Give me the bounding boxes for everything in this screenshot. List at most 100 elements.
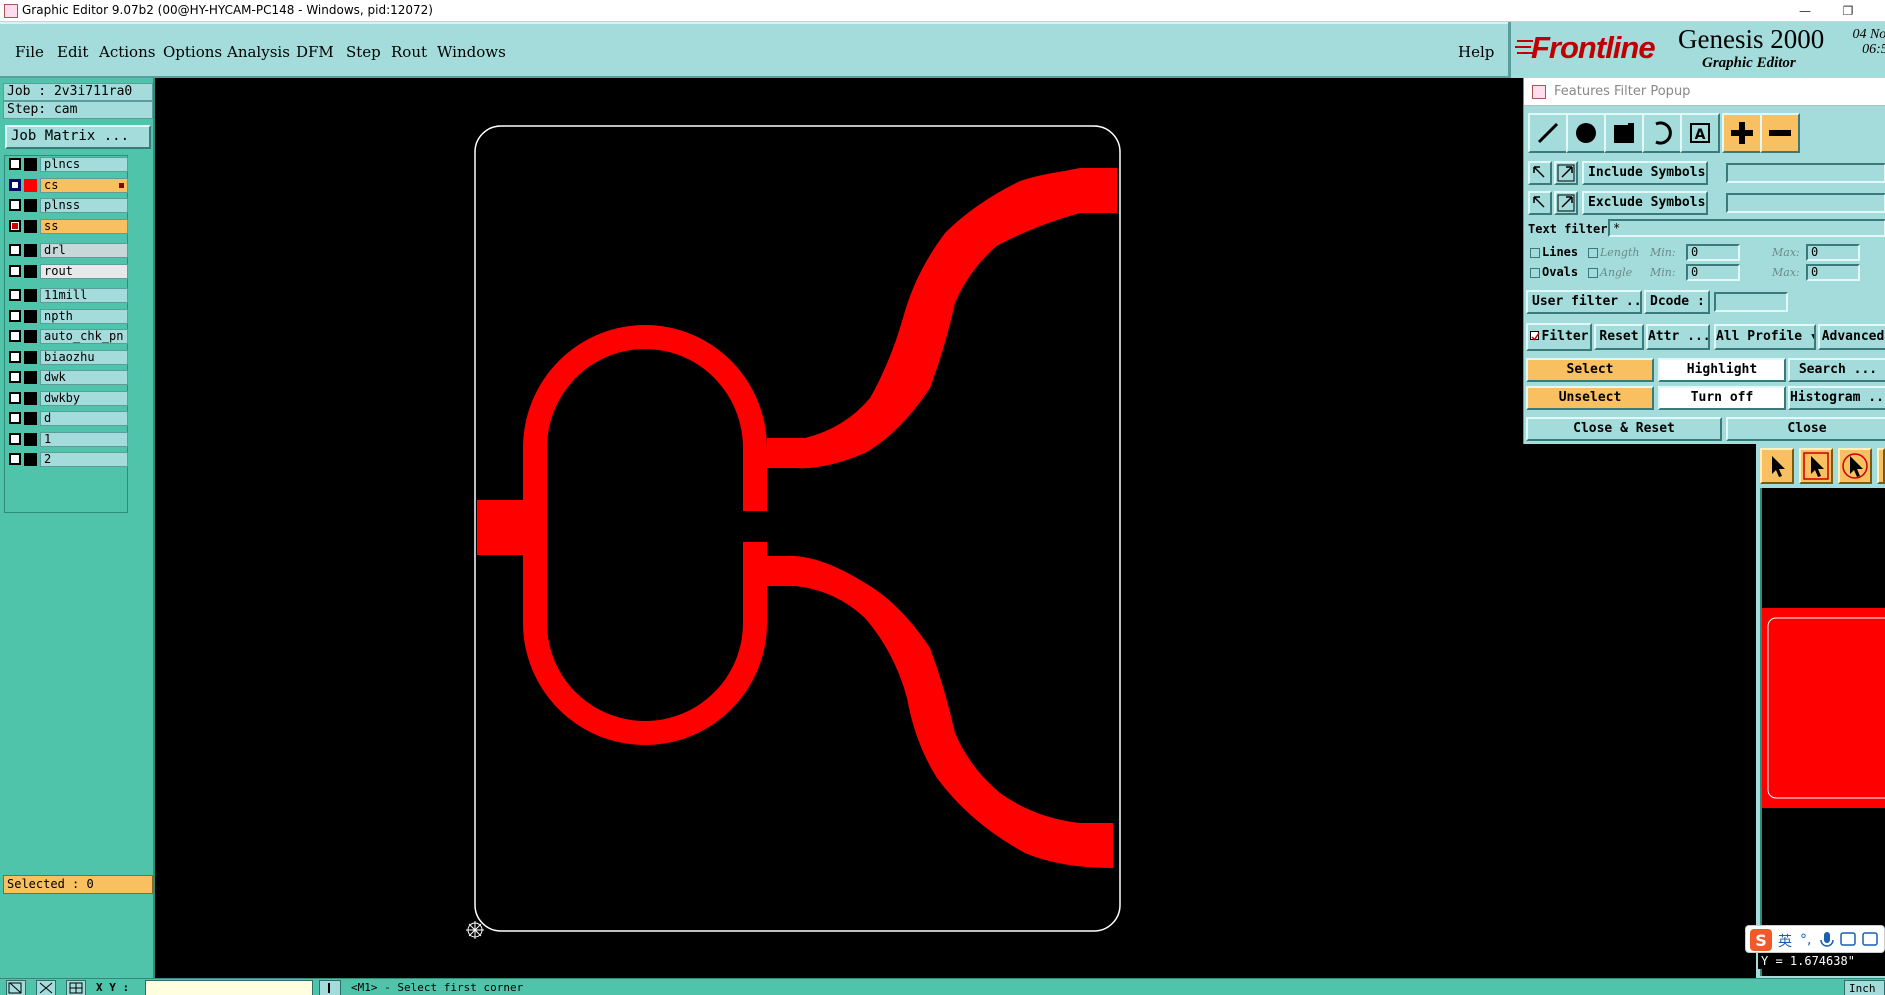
- layer-checkbox[interactable]: [9, 158, 21, 170]
- pad-type-button[interactable]: [1566, 113, 1606, 153]
- layer-name[interactable]: 11mill: [40, 288, 128, 303]
- menu-help[interactable]: Help: [1458, 43, 1494, 61]
- layer-name[interactable]: auto_chk_pn: [40, 329, 128, 344]
- positive-polarity-button[interactable]: [1722, 113, 1762, 153]
- layer-row-dwkby[interactable]: dwkby: [7, 390, 128, 406]
- layer-name[interactable]: plncs: [40, 157, 128, 172]
- surface-type-button[interactable]: [1604, 113, 1644, 153]
- menu-edit[interactable]: Edit: [57, 43, 88, 61]
- layer-checkbox[interactable]: [9, 432, 21, 445]
- layer-row-auto_chk_pn[interactable]: auto_chk_pn: [7, 329, 128, 344]
- layer-checkbox[interactable]: [9, 244, 21, 256]
- layer-checkbox[interactable]: [9, 391, 21, 404]
- graphic-canvas[interactable]: [155, 78, 1523, 978]
- layer-row-drl[interactable]: drl: [7, 243, 128, 258]
- text-type-button[interactable]: A: [1680, 113, 1720, 153]
- pointer-zoom-button[interactable]: [1838, 448, 1872, 484]
- layer-name[interactable]: 1: [40, 431, 128, 447]
- units-field[interactable]: Inch: [1844, 980, 1885, 995]
- menu-file[interactable]: File: [15, 43, 44, 61]
- xy-go-button[interactable]: [319, 980, 341, 995]
- select-button[interactable]: Select: [1526, 358, 1654, 382]
- angle-checkbox[interactable]: [1588, 268, 1598, 278]
- layer-row-11mill[interactable]: 11mill: [7, 288, 128, 303]
- turn-off-button[interactable]: Turn off: [1658, 386, 1786, 410]
- layer-name[interactable]: npth: [40, 308, 128, 324]
- menu-actions[interactable]: Actions: [99, 43, 155, 61]
- grid-button[interactable]: [66, 980, 86, 995]
- layer-checkbox[interactable]: [9, 289, 21, 301]
- dcode-button[interactable]: Dcode :: [1644, 290, 1710, 314]
- attr-button[interactable]: Attr ...: [1646, 324, 1710, 350]
- layer-row-npth[interactable]: npth: [7, 308, 128, 324]
- menu-step[interactable]: Step: [346, 43, 381, 61]
- layer-name[interactable]: dwk: [40, 370, 128, 385]
- line-type-button[interactable]: [1528, 113, 1568, 153]
- layer-row-plncs[interactable]: plncs: [7, 157, 128, 172]
- layer-checkbox[interactable]: [9, 371, 21, 383]
- layer-name[interactable]: dwkby: [40, 390, 128, 406]
- filter-checkbox[interactable]: [1529, 331, 1540, 341]
- advanced-button[interactable]: Advanced: [1818, 324, 1885, 350]
- menu-windows[interactable]: Windows: [437, 43, 506, 61]
- layer-checkbox[interactable]: [9, 412, 21, 424]
- unselect-button[interactable]: Unselect: [1526, 386, 1654, 410]
- layer-checkbox[interactable]: [9, 309, 21, 322]
- length-checkbox[interactable]: [1588, 248, 1598, 258]
- text-filter-input[interactable]: *: [1608, 219, 1885, 237]
- layer-checkbox[interactable]: [9, 453, 21, 465]
- include-symbols-list-button[interactable]: [1554, 161, 1578, 185]
- negative-polarity-button[interactable]: [1760, 113, 1800, 153]
- include-symbols-pick-button[interactable]: [1528, 161, 1552, 185]
- user-filter-button[interactable]: User filter ...: [1526, 290, 1642, 314]
- layer-checkbox[interactable]: [9, 199, 21, 211]
- search-button[interactable]: Search ...: [1788, 358, 1885, 382]
- layer-checkbox[interactable]: [9, 330, 21, 342]
- layer-name[interactable]: ss: [40, 218, 128, 234]
- layer-name[interactable]: drl: [40, 243, 128, 258]
- layer-name[interactable]: biaozhu: [40, 349, 128, 365]
- pointer-select-button[interactable]: [1799, 448, 1833, 484]
- highlight-button[interactable]: Highlight: [1658, 358, 1786, 382]
- layer-row-plnss[interactable]: plnss: [7, 198, 128, 213]
- menu-dfm[interactable]: DFM: [296, 43, 334, 61]
- pointer-extra-button[interactable]: [1877, 448, 1885, 484]
- reset-button[interactable]: Reset: [1594, 324, 1644, 350]
- filter-toggle[interactable]: Filter: [1526, 323, 1592, 351]
- all-profile-dropdown[interactable]: All Profile ▾: [1714, 324, 1816, 350]
- close-button[interactable]: Close: [1726, 417, 1885, 441]
- layer-checkbox[interactable]: [9, 219, 21, 232]
- layer-row-ss[interactable]: ss: [7, 218, 128, 234]
- exclude-symbols-list-button[interactable]: [1554, 191, 1578, 215]
- layer-row-dwk[interactable]: dwk: [7, 370, 128, 385]
- layer-name[interactable]: plnss: [40, 198, 128, 213]
- layer-row-d[interactable]: d: [7, 411, 128, 426]
- layer-name[interactable]: rout: [40, 263, 128, 279]
- dcode-input[interactable]: [1714, 292, 1788, 312]
- menu-options[interactable]: Options: [163, 43, 222, 61]
- angle-max-input[interactable]: 0: [1806, 264, 1860, 281]
- layer-row-biaozhu[interactable]: biaozhu: [7, 349, 128, 365]
- exclude-symbols-button[interactable]: Exclude Symbols :: [1582, 191, 1708, 215]
- layer-row-rout[interactable]: rout: [7, 263, 128, 279]
- layer-row-cs[interactable]: cs: [7, 177, 128, 193]
- histogram-button[interactable]: Histogram ...: [1788, 386, 1885, 410]
- layer-checkbox[interactable]: [9, 178, 21, 191]
- arc-type-button[interactable]: [1642, 113, 1682, 153]
- cross-button[interactable]: [36, 980, 56, 995]
- overview-window[interactable]: [1760, 488, 1885, 976]
- layer-name[interactable]: cs: [40, 177, 128, 193]
- exclude-symbols-pick-button[interactable]: [1528, 191, 1552, 215]
- ovals-checkbox[interactable]: [1530, 268, 1540, 278]
- angle-min-input[interactable]: 0: [1686, 264, 1740, 281]
- include-symbols-input[interactable]: [1726, 163, 1885, 183]
- layer-row-2[interactable]: 2: [7, 452, 128, 467]
- include-symbols-button[interactable]: Include Symbols :: [1582, 161, 1708, 185]
- layer-name[interactable]: d: [40, 411, 128, 426]
- layer-name[interactable]: 2: [40, 452, 128, 467]
- job-matrix-button[interactable]: Job Matrix ...: [5, 125, 151, 149]
- minimize-button[interactable]: —: [1795, 2, 1815, 20]
- exclude-symbols-input[interactable]: [1726, 193, 1885, 213]
- layer-checkbox[interactable]: [9, 350, 21, 363]
- xy-input[interactable]: [145, 980, 313, 995]
